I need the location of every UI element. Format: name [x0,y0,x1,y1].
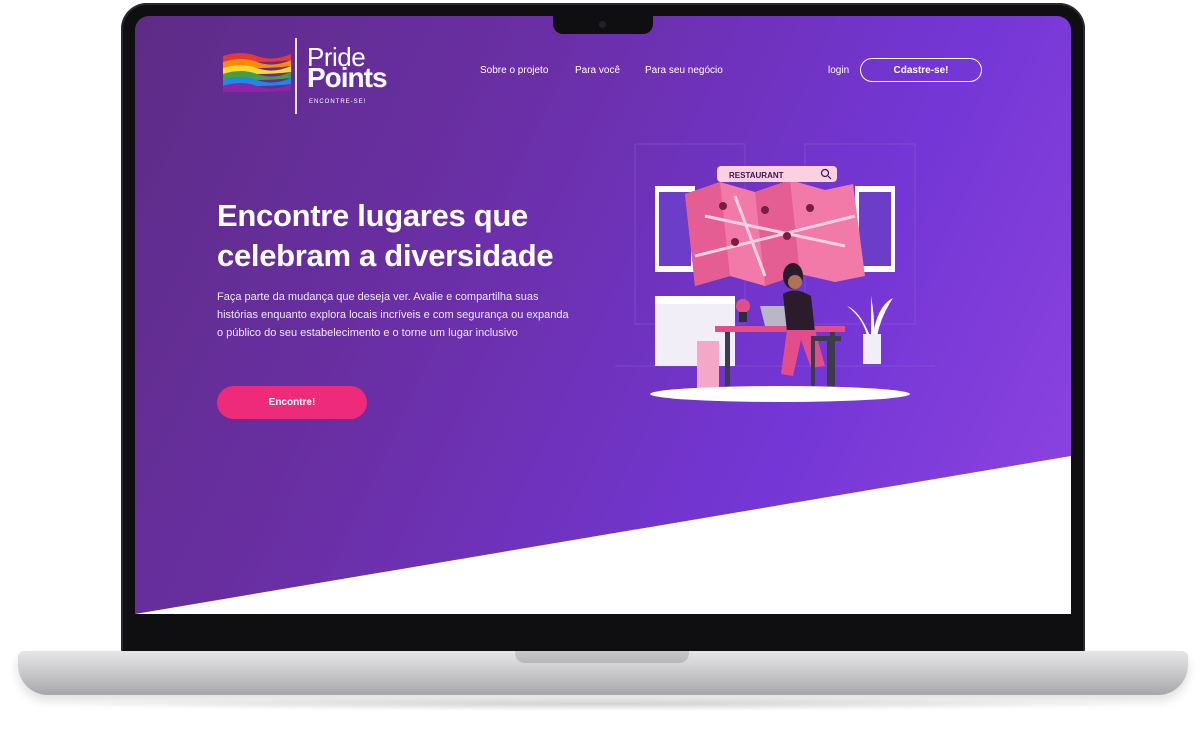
trash-bin [697,341,719,391]
logo-divider [295,38,297,114]
hero-description: Faça parte da mudança que deseja ver. Av… [217,291,569,339]
rainbow-flag-icon [223,53,291,92]
nav-link-para-voce[interactable]: Para você [575,65,620,76]
hero-title-line-2: celebram a diversidade [217,238,554,273]
pride-points-logo[interactable]: Pride Points ENCONTRE-SE! [221,38,401,118]
nav-link-sobre[interactable]: Sobre o projeto [480,65,548,76]
camera-icon [599,21,606,28]
signup-button[interactable]: Cdastre-se! [860,58,982,82]
search-bar-text: RESTAURANT [729,171,784,180]
laptop-base-notch [515,651,689,663]
hero-title: Encontre lugares que celebram a diversid… [217,196,577,276]
camera-notch [553,16,653,34]
nav-link-para-negocio[interactable]: Para seu negócio [645,65,723,76]
login-link[interactable]: login [828,65,849,76]
website-screen: Pride Points ENCONTRE-SE! Sobre o projet… [135,16,1071,614]
logo-tagline: ENCONTRE-SE! [309,99,367,105]
laptop-shadow [60,697,1140,711]
plant-icon [847,296,893,364]
hero-title-line-1: Encontre lugares que [217,198,528,233]
map-search-bar: RESTAURANT [717,166,837,182]
encontre-button[interactable]: Encontre! [217,386,367,419]
map-icon [685,180,865,286]
screen-bottom-bezel [123,614,1083,652]
logo-word-points: Points [307,62,388,93]
hero-illustration: RESTAURANT [615,143,935,402]
table [715,326,845,332]
